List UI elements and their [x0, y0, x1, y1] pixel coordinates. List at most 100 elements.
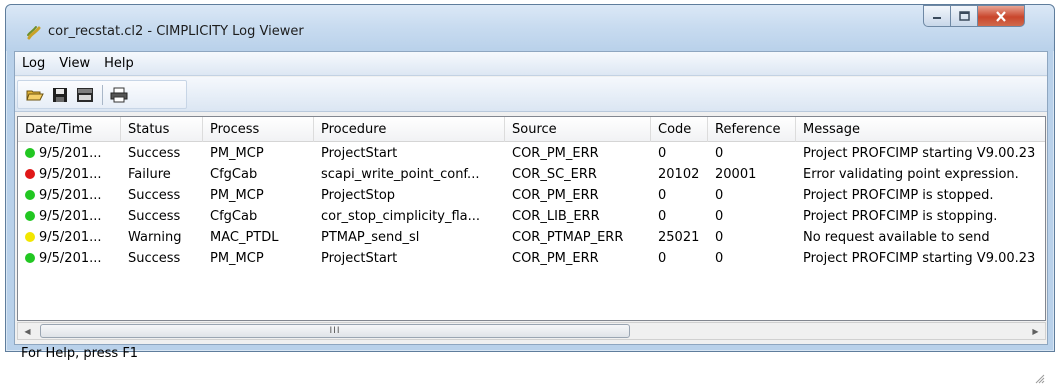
cell-code: 20102 [658, 167, 700, 182]
table-row[interactable]: 9/5/201... Failure CfgCab scapi_write_point… [18, 164, 1045, 185]
menu-bar: Log View Help [15, 52, 1047, 76]
status-bar: For Help, press F1 [15, 342, 1047, 384]
cell-reference: 0 [715, 209, 724, 224]
column-header-procedure[interactable]: Procedure [314, 117, 505, 142]
print-button[interactable] [108, 84, 130, 106]
cell-code: 0 [658, 188, 667, 203]
window-title: cor_recstat.cl2 - CIMPLICITY Log Viewer [48, 24, 304, 39]
cell-procedure: PTMAP_send_sl [321, 230, 420, 245]
cell-process: MAC_PTDL [210, 230, 279, 245]
menu-view[interactable]: View [52, 52, 97, 76]
cimplicity-app-icon [27, 26, 41, 40]
cell-status: Failure [128, 167, 171, 182]
cell-status: Success [128, 188, 181, 203]
cell-source: COR_LIB_ERR [512, 209, 600, 224]
table-row[interactable]: 9/5/201... Success PM_MCP ProjectStart COR_P… [18, 143, 1045, 164]
cell-message: Error validating point expression. [803, 167, 1019, 182]
cell-message: Project PROFCIMP is stopping. [803, 209, 998, 224]
scrollbar-thumb[interactable]: III [40, 324, 630, 338]
cell-status: Warning [128, 230, 182, 245]
cell-reference: 0 [715, 251, 724, 266]
cell-source: COR_PTMAP_ERR [512, 230, 624, 245]
cell-process: PM_MCP [210, 188, 264, 203]
column-header-status[interactable]: Status [121, 117, 203, 142]
status-text: For Help, press F1 [21, 346, 139, 361]
export-csv-button[interactable] [74, 84, 96, 106]
cell-message: Project PROFCIMP starting V9.00.23 [803, 146, 1036, 161]
title-bar[interactable]: cor_recstat.cl2 - CIMPLICITY Log Viewer [6, 5, 1054, 51]
table-row[interactable]: 9/5/201... Success PM_MCP ProjectStart COR_P… [18, 248, 1045, 269]
cell-reference: 0 [715, 146, 724, 161]
minimize-icon [933, 17, 941, 19]
datetime-text: 9/5/201... [39, 209, 102, 224]
csv-export-icon [77, 87, 93, 102]
column-header-row: Date/Time Status Process Procedure Sourc… [18, 117, 1045, 142]
horizontal-scrollbar[interactable]: ◀ III ▶ [17, 322, 1046, 340]
cell-procedure: cor_stop_cimplicity_fla... [321, 209, 481, 224]
cell-procedure: ProjectStop [321, 188, 396, 203]
cell-datetime: 9/5/201... [18, 248, 121, 269]
cell-code: 25021 [658, 230, 700, 245]
cell-datetime: 9/5/201... [18, 164, 121, 185]
scroll-left-icon: ◀ [24, 326, 31, 336]
cell-datetime: 9/5/201... [18, 206, 121, 227]
column-header-message[interactable]: Message [796, 117, 1045, 142]
status-dot-icon [25, 253, 35, 263]
status-dot-icon [25, 169, 35, 179]
resize-grip-icon[interactable] [1033, 372, 1045, 384]
cell-code: 0 [658, 146, 667, 161]
column-header-reference[interactable]: Reference [708, 117, 796, 142]
datetime-text: 9/5/201... [39, 251, 102, 266]
toolbar-button-group [17, 80, 187, 109]
status-dot-icon [25, 232, 35, 242]
save-button[interactable] [49, 84, 71, 106]
column-header-source[interactable]: Source [505, 117, 651, 142]
datetime-text: 9/5/201... [39, 167, 102, 182]
cell-message: No request available to send [803, 230, 990, 245]
cell-status: Success [128, 251, 181, 266]
scroll-right-icon: ▶ [1032, 326, 1039, 336]
status-dot-icon [25, 148, 35, 158]
cell-source: COR_PM_ERR [512, 251, 599, 266]
datetime-text: 9/5/201... [39, 188, 102, 203]
maximize-button[interactable] [951, 5, 978, 27]
scroll-left-button[interactable]: ◀ [19, 323, 36, 339]
menu-log[interactable]: Log [15, 52, 52, 76]
table-row[interactable]: 9/5/201... Success PM_MCP ProjectStop COR_PM… [18, 185, 1045, 206]
toolbar-separator [102, 84, 103, 105]
scrollbar-grip: III [329, 326, 341, 336]
cell-process: PM_MCP [210, 251, 264, 266]
datetime-text: 9/5/201... [39, 146, 102, 161]
toolbar [15, 77, 1047, 112]
datetime-text: 9/5/201... [39, 230, 102, 245]
maximize-icon [958, 11, 970, 21]
close-button[interactable] [978, 5, 1025, 27]
cell-datetime: 9/5/201... [18, 185, 121, 206]
log-list[interactable]: Date/Time Status Process Procedure Sourc… [17, 116, 1046, 321]
cell-process: CfgCab [210, 209, 258, 224]
status-dot-icon [25, 211, 35, 221]
minimize-button[interactable] [923, 5, 951, 27]
scroll-right-button[interactable]: ▶ [1027, 323, 1044, 339]
menu-help[interactable]: Help [97, 52, 141, 76]
cell-datetime: 9/5/201... [18, 143, 121, 164]
column-header-datetime[interactable]: Date/Time [18, 117, 121, 142]
cell-procedure: scapi_write_point_conf... [321, 167, 480, 182]
print-icon [110, 87, 128, 102]
cell-reference: 0 [715, 188, 724, 203]
open-button[interactable] [24, 84, 46, 106]
table-row[interactable]: 9/5/201... Success CfgCab cor_stop_cimplici… [18, 206, 1045, 227]
cell-procedure: ProjectStart [321, 251, 398, 266]
cell-process: PM_MCP [210, 146, 264, 161]
cell-message: Project PROFCIMP is stopped. [803, 188, 994, 203]
column-header-code[interactable]: Code [651, 117, 708, 142]
table-row[interactable]: 9/5/201... Warning MAC_PTDL PTMAP_send_sl CO… [18, 227, 1045, 248]
cell-source: COR_SC_ERR [512, 167, 597, 182]
column-header-process[interactable]: Process [203, 117, 314, 142]
cell-message: Project PROFCIMP starting V9.00.23 [803, 251, 1036, 266]
open-folder-icon [26, 90, 44, 100]
cell-reference: 0 [715, 230, 724, 245]
cell-status: Success [128, 146, 181, 161]
log-viewer-window: cor_recstat.cl2 - CIMPLICITY Log Viewer … [5, 4, 1055, 384]
client-area: Log View Help Date/Time Status Process P… [14, 51, 1048, 384]
